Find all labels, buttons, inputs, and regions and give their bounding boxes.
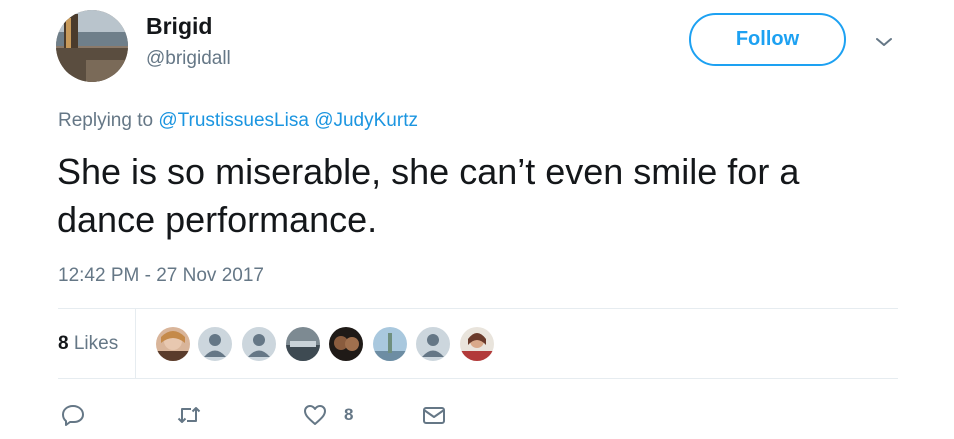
liker-avatar[interactable] (458, 325, 496, 363)
liker-avatar[interactable] (196, 325, 234, 363)
tweet-timestamp[interactable]: 12:42 PM - 27 Nov 2017 (58, 265, 264, 287)
likes-count: 8 (58, 333, 69, 354)
author-handle[interactable]: @brigidall (146, 48, 231, 70)
mention-link-1[interactable]: @TrustissuesLisa (158, 110, 309, 131)
liker-avatar[interactable] (284, 325, 322, 363)
retweet-action[interactable] (176, 401, 202, 429)
chevron-down-icon[interactable] (872, 30, 896, 54)
likes-label: Likes (73, 333, 119, 354)
replying-prefix: Replying to (58, 110, 154, 131)
mention-link-2[interactable]: @JudyKurtz (314, 110, 418, 131)
author-name[interactable]: Brigid (146, 13, 212, 40)
like-count: 8 (344, 405, 354, 424)
retweet-icon (177, 407, 201, 423)
heart-icon (304, 405, 326, 425)
like-action[interactable]: 8 (302, 401, 353, 429)
author-avatar[interactable] (56, 10, 128, 82)
reply-action[interactable] (60, 401, 86, 429)
replying-to: Replying to @TrustissuesLisa @JudyKurtz (58, 110, 418, 132)
envelope-icon (423, 407, 445, 424)
liker-avatar[interactable] (414, 325, 452, 363)
liker-avatar[interactable] (371, 325, 409, 363)
tweet-card: Brigid @brigidall Follow Replying to @Tr… (0, 0, 954, 439)
dm-action[interactable] (421, 401, 447, 429)
follow-button[interactable]: Follow (689, 13, 846, 66)
tweet-text: She is so miserable, she can’t even smil… (57, 151, 800, 240)
liker-avatar[interactable] (240, 325, 278, 363)
divider-bottom (58, 378, 898, 379)
divider-top (58, 308, 898, 309)
stats-separator (135, 309, 136, 379)
liker-avatar[interactable] (154, 325, 192, 363)
liker-avatar[interactable] (327, 325, 365, 363)
reply-icon (62, 405, 84, 426)
likes-stat[interactable]: 8 Likes (58, 333, 118, 355)
